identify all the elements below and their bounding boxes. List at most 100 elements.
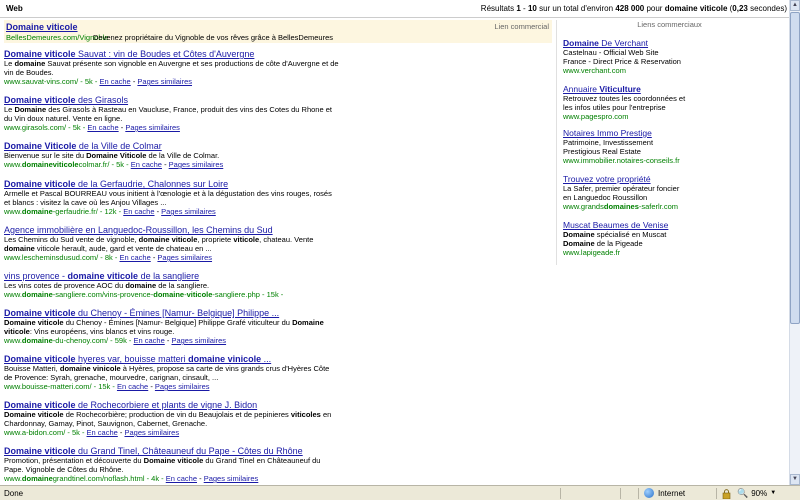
text-segment: www.lescheminsdusud.com/ - 8k - xyxy=(4,253,120,262)
result-title-link[interactable]: Agence immobilière en Languedoc-Roussill… xyxy=(4,225,552,235)
text-segment: Le xyxy=(4,105,15,114)
result-snippet: Le domaine Sauvat présente son vignoble … xyxy=(4,59,339,77)
result-title-link[interactable]: Domaine viticole de la Gerfaudrie, Chalo… xyxy=(4,179,552,189)
section-label: Web xyxy=(6,4,23,13)
similar-pages-link[interactable]: Pages similaires xyxy=(124,428,179,437)
status-text: Done xyxy=(4,489,24,498)
text-segment: Le xyxy=(4,59,15,68)
zoom-magnifier-icon: 🔍 xyxy=(737,488,749,498)
status-divider xyxy=(716,488,717,499)
text-segment: Bouisse Matteri, xyxy=(4,364,60,373)
ad-title-link[interactable]: Annuaire Viticulture xyxy=(563,84,778,94)
ad-line: les infos utiles pour l'entreprise xyxy=(563,103,778,112)
similar-pages-link[interactable]: Pages similaires xyxy=(155,382,210,391)
text-segment: -gerfaudrie.fr/ - 12k - xyxy=(52,207,124,216)
security-zone[interactable]: Internet xyxy=(644,488,685,498)
text-segment: de la Ville de Colmar xyxy=(76,141,162,151)
text-segment: Prestigious Real Estate xyxy=(563,147,641,156)
text-segment: 0,23 xyxy=(732,4,748,13)
similar-pages-link[interactable]: Pages similaires xyxy=(169,160,224,169)
scroll-down-arrow-icon[interactable]: ▼ xyxy=(790,474,800,485)
similar-pages-link[interactable]: Pages similaires xyxy=(204,474,259,483)
result-title-link[interactable]: Domaine viticole des Girasols xyxy=(4,95,552,105)
text-segment: www.verchant.com xyxy=(563,66,626,75)
ad-title-link[interactable]: Notaires Immo Prestige xyxy=(563,128,778,138)
status-divider xyxy=(620,488,621,499)
text-segment: Domaine xyxy=(563,239,595,248)
text-segment: Domaine viticole xyxy=(4,400,76,410)
ad-title-link[interactable]: Trouvez votre propriété xyxy=(563,174,778,184)
text-segment: colmar.fr/ - 5k - xyxy=(78,160,131,169)
scroll-thumb[interactable] xyxy=(790,12,800,324)
text-segment: Armelle et Pascal BOURREAU vous initient… xyxy=(4,189,332,207)
text-segment: domaine vinicole xyxy=(59,364,121,373)
result-title-link[interactable]: Domaine viticole de Rochecorbiere et pla… xyxy=(4,400,552,410)
ad-url[interactable]: www.grandsdomaines-saferlr.com xyxy=(563,202,778,211)
cache-link[interactable]: En cache xyxy=(87,123,118,132)
text-segment: www.a-bidon.com/ - 5k - xyxy=(4,428,87,437)
cache-link[interactable]: En cache xyxy=(134,336,165,345)
similar-pages-link[interactable]: Pages similaires xyxy=(157,253,212,262)
result-title-link[interactable]: Domaine viticole du Grand Tinel, Château… xyxy=(4,446,552,456)
zoom-control[interactable]: 🔍 90% ▼ xyxy=(737,488,776,498)
text-segment: viticole xyxy=(186,290,213,299)
status-divider xyxy=(560,488,561,499)
text-segment: domaine vinicole xyxy=(188,354,262,364)
result-url: www.domaine-du-chenoy.com/ - 59k - xyxy=(4,336,134,345)
main-results: Domaine viticole BellesDemeures.com/Vign… xyxy=(4,20,552,485)
text-segment: domaine xyxy=(21,336,53,345)
text-segment: sur un total d'environ xyxy=(536,4,616,13)
result-title-link[interactable]: vins provence - domaine viticole de la s… xyxy=(4,271,552,281)
sponsored-title-link[interactable]: Domaine viticole xyxy=(6,22,78,32)
cache-link[interactable]: En cache xyxy=(123,207,154,216)
text-segment: Domaine Viticole xyxy=(4,141,77,151)
similar-pages-link[interactable]: Pages similaires xyxy=(137,77,192,86)
text-segment: France - Direct Price & Reservation xyxy=(563,57,681,66)
text-segment: www.grands xyxy=(563,202,604,211)
result-title-link[interactable]: Domaine Viticole de la Ville de Colmar xyxy=(4,141,552,151)
text-segment: domaine xyxy=(21,290,53,299)
similar-pages-link[interactable]: Pages similaires xyxy=(125,123,180,132)
text-segment: Domaine Viticole xyxy=(86,151,147,160)
result-meta: www.domainegrandtinel.com/noflash.html -… xyxy=(4,474,259,483)
cache-link[interactable]: En cache xyxy=(117,382,148,391)
ad-url[interactable]: www.verchant.com xyxy=(563,66,778,75)
ad-url[interactable]: www.immobilier.notaires-conseils.fr xyxy=(563,156,778,165)
text-segment: de Rochecorbière; production de vin du B… xyxy=(63,410,291,419)
similar-pages-link[interactable]: Pages similaires xyxy=(161,207,216,216)
results-stats: Résultats 1 - 10 sur un total d'environ … xyxy=(481,4,787,13)
result-snippet: Le Domaine des Girasols à Rasteau en Vau… xyxy=(4,105,339,123)
result-url: www.domaine-gerfaudrie.fr/ - 12k - xyxy=(4,207,123,216)
text-segment: 428 000 xyxy=(615,4,645,13)
sponsored-links-sidebar: Liens commerciaux Domaine De Verchant Ca… xyxy=(556,20,781,265)
cache-link[interactable]: En cache xyxy=(87,428,118,437)
ad-url[interactable]: www.pagespro.com xyxy=(563,112,778,121)
text-segment: de la sangliere xyxy=(138,271,200,281)
text-segment: domaine xyxy=(21,207,53,216)
text-segment: Domaine viticole xyxy=(143,456,204,465)
text-segment: du Chenoy - Émines [Namur- Belgique] Phi… xyxy=(75,308,280,318)
cache-link[interactable]: En cache xyxy=(131,160,162,169)
result-title-link[interactable]: Domaine viticole Sauvat : vin de Boudes … xyxy=(4,49,552,59)
result-title-link[interactable]: Domaine viticole du Chenoy - Émines [Nam… xyxy=(4,308,552,318)
result-snippet: Bienvenue sur le site du Domaine Viticol… xyxy=(4,151,339,160)
cache-link[interactable]: En cache xyxy=(119,253,150,262)
ad-title-link[interactable]: Domaine De Verchant xyxy=(563,38,778,48)
similar-pages-link[interactable]: Pages similaires xyxy=(171,336,226,345)
result-url: www.domaine-sangliere.com/vins-provence-… xyxy=(4,290,283,299)
chevron-down-icon[interactable]: ▼ xyxy=(770,490,776,496)
scroll-up-arrow-icon[interactable]: ▲ xyxy=(790,0,800,11)
result-title-link[interactable]: Domaine viticole hyeres var, bouisse mat… xyxy=(4,354,552,364)
text-segment: Notaires Immo Prestige xyxy=(563,128,652,138)
ad-url[interactable]: www.lapigeade.fr xyxy=(563,248,778,257)
sidebar-header: Liens commerciaux xyxy=(637,20,702,29)
sponsored-description: Devenez propriétaire du Vignoble de vos … xyxy=(93,33,333,42)
cache-link[interactable]: En cache xyxy=(99,77,130,86)
text-segment: Domaine viticole xyxy=(4,446,76,456)
ad-line: Castelnau - Official Web Site xyxy=(563,48,778,57)
ad-title-link[interactable]: Muscat Beaumes de Venise xyxy=(563,220,778,230)
vertical-scrollbar[interactable]: ▲ ▼ xyxy=(789,0,800,485)
result-url: www.a-bidon.com/ - 5k - xyxy=(4,428,87,437)
text-segment: de Rochecorbiere et plants de vigne J. B… xyxy=(75,400,258,410)
cache-link[interactable]: En cache xyxy=(166,474,197,483)
